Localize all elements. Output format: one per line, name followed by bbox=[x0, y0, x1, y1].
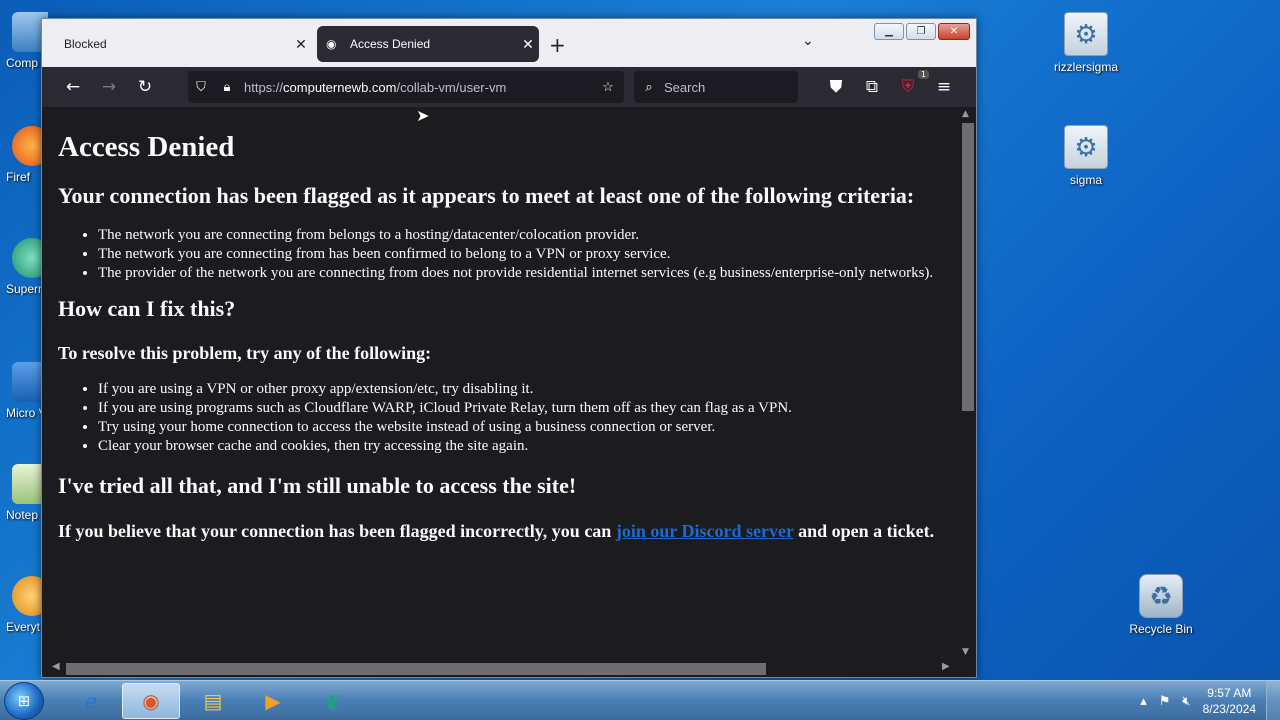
discord-link[interactable]: join our Discord server bbox=[616, 521, 794, 541]
settings-gear-icon: ⚙ bbox=[1064, 12, 1108, 56]
list-item: The provider of the network you are conn… bbox=[98, 264, 941, 283]
mouse-cursor-icon: ➤ bbox=[416, 106, 430, 125]
still-unable-heading: I've tried all that, and I'm still unabl… bbox=[58, 473, 577, 498]
taskbar: ⊞ ℯ ◉ ▤ ▶ ◐ ▴ ⚑ 🔇︎ 9:57 AM 8/23/2024 bbox=[0, 680, 1280, 720]
page-favicon-icon: ◉ bbox=[326, 37, 337, 51]
url-text[interactable]: https://computernewb.com/collab-vm/user-… bbox=[240, 80, 592, 95]
scroll-left-icon[interactable]: ◀ bbox=[52, 661, 60, 672]
scroll-up-icon[interactable]: ▲ bbox=[962, 109, 969, 119]
new-tab-button[interactable]: + bbox=[549, 33, 566, 57]
lock-icon[interactable]: 🔒︎ bbox=[214, 79, 240, 95]
fix-heading: How can I fix this? bbox=[58, 296, 236, 321]
system-tray: ▴ ⚑ 🔇︎ 9:57 AM 8/23/2024 bbox=[1134, 681, 1280, 720]
scroll-down-icon[interactable]: ▼ bbox=[962, 647, 969, 657]
desktop-icon-rizzlersigma[interactable]: ⚙ rizzlersigma bbox=[1041, 12, 1131, 74]
tab-bar: Blocked ✕ ◉ Access Denied ✕ + ⌄ ▁ ❐ ✕ bbox=[42, 19, 976, 67]
tab-close-icon[interactable]: ✕ bbox=[517, 36, 539, 53]
maximize-button[interactable]: ❐ bbox=[906, 23, 936, 40]
horizontal-scrollbar[interactable]: ◀ ▶ bbox=[42, 659, 976, 677]
hamburger-menu-icon[interactable]: ≡ bbox=[926, 77, 962, 97]
list-item: If you are using programs such as Cloudf… bbox=[98, 399, 941, 418]
tab-close-icon[interactable]: ✕ bbox=[290, 36, 312, 53]
scroll-right-icon[interactable]: ▶ bbox=[942, 661, 950, 672]
search-box[interactable]: ⌕ Search bbox=[634, 71, 798, 103]
contact-paragraph: If you believe that your connection has … bbox=[58, 521, 935, 541]
supermium-taskbar-icon[interactable]: ◐ bbox=[306, 683, 364, 719]
firefox-taskbar-icon[interactable]: ◉ bbox=[122, 683, 180, 719]
flag-heading: Your connection has been flagged as it a… bbox=[58, 183, 915, 208]
tab-access-denied[interactable]: ◉ Access Denied ✕ bbox=[317, 26, 539, 62]
browser-window: Blocked ✕ ◉ Access Denied ✕ + ⌄ ▁ ❐ ✕ ← … bbox=[41, 18, 977, 678]
page-content: Access Denied Your connection has been f… bbox=[42, 107, 957, 659]
bookmark-star-icon[interactable]: ☆ bbox=[592, 79, 624, 95]
resolve-heading: To resolve this problem, try any of the … bbox=[58, 343, 432, 363]
list-item: Clear your browser cache and cookies, th… bbox=[98, 437, 941, 456]
criteria-list: The network you are connecting from belo… bbox=[58, 226, 941, 283]
desktop-icon-recycle-bin[interactable]: ♻ Recycle Bin bbox=[1116, 574, 1206, 636]
page-title: Access Denied bbox=[58, 131, 235, 163]
list-item: The network you are connecting from has … bbox=[98, 245, 941, 264]
list-item: If you are using a VPN or other proxy ap… bbox=[98, 380, 941, 399]
fix-list: If you are using a VPN or other proxy ap… bbox=[58, 380, 941, 456]
start-button[interactable]: ⊞ bbox=[4, 682, 44, 720]
vertical-scrollbar[interactable]: ▲ ▼ bbox=[957, 107, 976, 659]
forward-arrow-icon[interactable]: → bbox=[91, 77, 127, 97]
back-arrow-icon[interactable]: ← bbox=[55, 77, 91, 97]
list-all-tabs-chevron-icon[interactable]: ⌄ bbox=[802, 33, 814, 49]
minimize-button[interactable]: ▁ bbox=[874, 23, 904, 40]
horizontal-scroll-thumb[interactable] bbox=[66, 663, 766, 675]
list-item: The network you are connecting from belo… bbox=[98, 226, 941, 245]
window-controls: ▁ ❐ ✕ bbox=[874, 23, 970, 40]
file-explorer-icon[interactable]: ▤ bbox=[184, 683, 242, 719]
tracking-shield-icon[interactable]: ⛉ bbox=[188, 79, 214, 95]
close-window-button[interactable]: ✕ bbox=[938, 23, 970, 40]
ublock-origin-icon[interactable]: ⛨ 1 bbox=[890, 70, 929, 97]
show-hidden-icons-icon[interactable]: ▴ bbox=[1140, 693, 1147, 709]
desktop-icon-sigma[interactable]: ⚙ sigma bbox=[1041, 125, 1131, 187]
tab-blocked[interactable]: Blocked ✕ bbox=[54, 26, 312, 62]
toolbar-right: ⛊ ⧉ ⛨ 1 ≡ bbox=[818, 67, 962, 107]
action-center-icon[interactable]: ⚑ bbox=[1159, 693, 1171, 709]
show-desktop-button[interactable] bbox=[1266, 681, 1280, 720]
reload-icon[interactable]: ↻ bbox=[127, 77, 163, 97]
extensions-puzzle-icon[interactable]: ⧉ bbox=[854, 77, 890, 97]
internet-explorer-icon[interactable]: ℯ bbox=[62, 683, 120, 719]
recycle-bin-icon: ♻ bbox=[1139, 574, 1183, 618]
clock[interactable]: 9:57 AM 8/23/2024 bbox=[1203, 685, 1256, 717]
volume-muted-icon[interactable]: 🔇︎ bbox=[1182, 693, 1190, 709]
list-item: Try using your home connection to access… bbox=[98, 418, 941, 437]
address-bar[interactable]: ⛉ 🔒︎ https://computernewb.com/collab-vm/… bbox=[188, 71, 624, 103]
search-icon: ⌕ bbox=[645, 79, 653, 94]
media-player-icon[interactable]: ▶ bbox=[244, 683, 302, 719]
pocket-icon[interactable]: ⛊ bbox=[818, 77, 854, 97]
settings-gear-icon: ⚙ bbox=[1064, 125, 1108, 169]
vertical-scroll-thumb[interactable] bbox=[962, 123, 974, 411]
nav-toolbar: ← → ↻ ⛉ 🔒︎ https://computernewb.com/coll… bbox=[42, 67, 976, 107]
